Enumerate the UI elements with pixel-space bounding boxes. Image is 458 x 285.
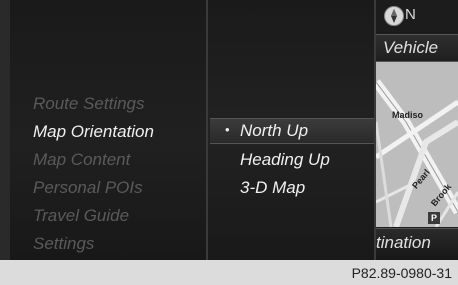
menu-item-travel-guide[interactable]: Travel Guide [33,206,129,226]
compass-north-label: N [405,6,416,23]
option-north-up[interactable]: North Up [240,121,308,141]
map-view[interactable]: Madiso Pearl Brook P [376,62,458,227]
option-heading-up[interactable]: Heading Up [240,150,330,170]
street-label: Madiso [392,110,424,120]
menu-item-personal-pois[interactable]: Personal POIs [33,178,143,198]
map-graphic [376,62,458,227]
compass-icon[interactable] [384,6,404,26]
menu-item-route-settings[interactable]: Route Settings [33,94,145,114]
option-3d-map[interactable]: 3-D Map [240,178,305,198]
compass-needle-icon [391,9,397,23]
selected-bullet: • [225,122,230,137]
left-edge-strip [0,0,10,260]
figure-code: P82.89-0980-31 [351,265,452,281]
parking-icon: P [428,212,440,224]
menu-item-settings[interactable]: Settings [33,234,94,254]
menu-item-map-content[interactable]: Map Content [33,150,130,170]
menu-item-map-orientation[interactable]: Map Orientation [33,122,154,142]
destination-label: tination [376,233,431,252]
vehicle-label: Vehicle [383,38,439,57]
